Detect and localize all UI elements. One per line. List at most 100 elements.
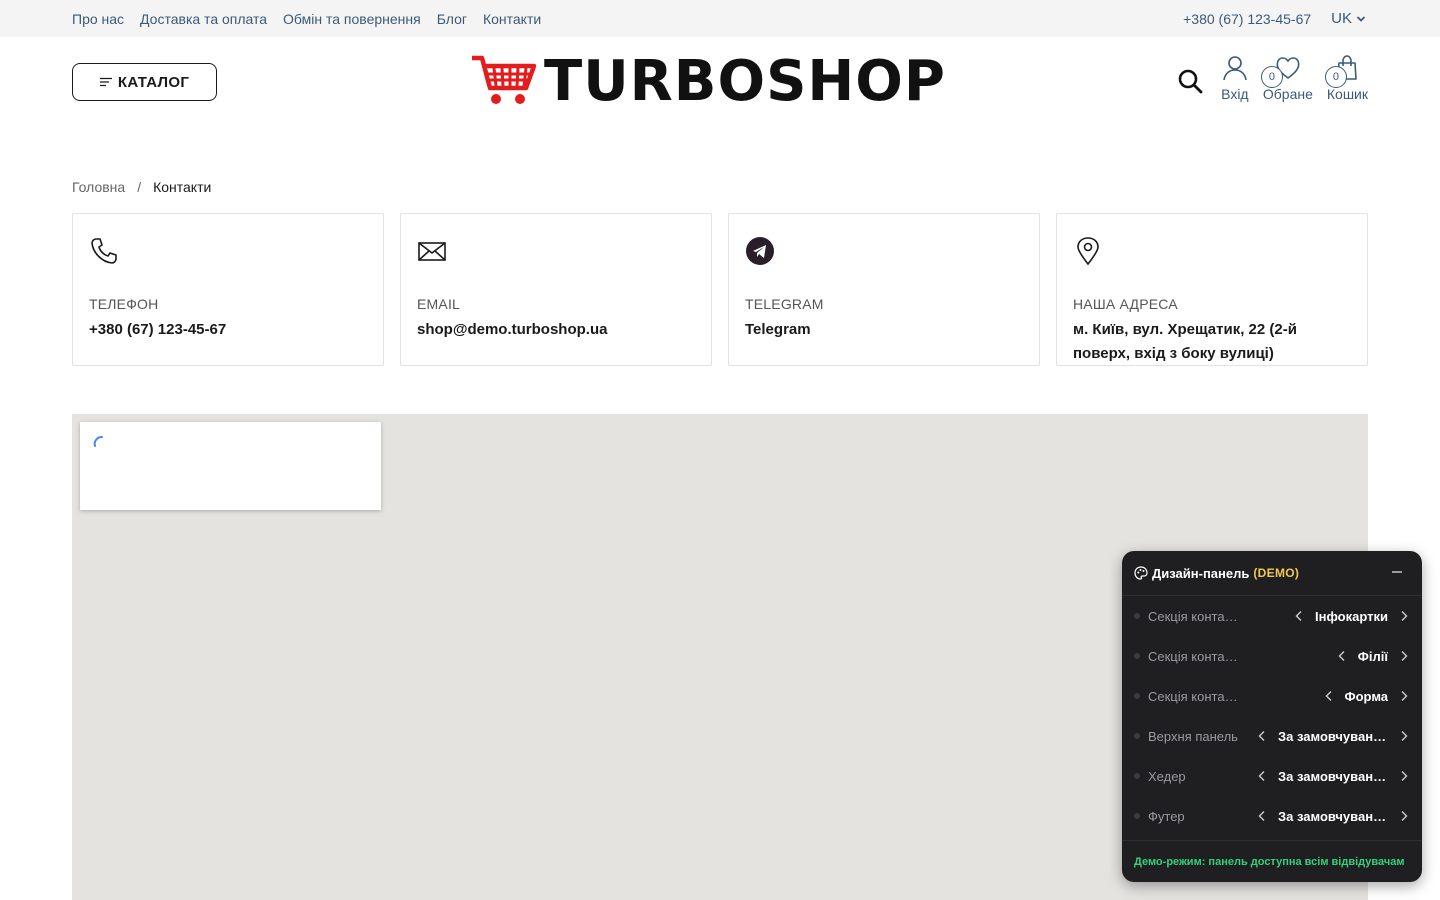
design-panel: Дизайн-панель (DEMO) Секція контактів Ін… xyxy=(1122,551,1422,882)
contact-card-email: EMAIL shop@demo.turboshop.ua xyxy=(400,213,712,366)
loading-spinner-icon xyxy=(93,436,103,447)
design-panel-title: Дизайн-панель xyxy=(1152,565,1250,581)
menu-lines-icon xyxy=(99,77,112,87)
panel-row-switcher: Філії xyxy=(1336,649,1410,664)
nav-link-about[interactable]: Про нас xyxy=(72,11,124,27)
top-nav: Про нас Доставка та оплата Обмін та пове… xyxy=(72,0,541,37)
chevron-left-icon[interactable] xyxy=(1323,690,1335,702)
panel-row-switcher: За замовчуванням xyxy=(1256,809,1410,824)
chevron-right-icon[interactable] xyxy=(1398,610,1410,622)
minimize-icon[interactable] xyxy=(1390,565,1404,579)
logo-wordmark: TURBOSHOP xyxy=(544,49,946,114)
panel-row-value: Інфокартки xyxy=(1315,608,1388,624)
chevron-down-icon xyxy=(1356,15,1366,22)
row-dot xyxy=(1134,733,1140,739)
login-label: Вхід xyxy=(1221,86,1249,102)
mail-icon xyxy=(418,242,446,261)
contact-cards: ТЕЛЕФОН +380 (67) 123-45-67 EMAIL shop@d… xyxy=(72,213,1368,366)
language-label: UK xyxy=(1331,10,1352,27)
contact-card-title: ТЕЛЕФОН xyxy=(89,296,159,312)
search-icon xyxy=(1178,69,1203,94)
logo-cart-icon xyxy=(470,54,538,111)
contact-card-address: НАША АДРЕСА м. Київ, вул. Хрещатик, 22 (… xyxy=(1056,213,1368,366)
panel-row-label: Секція контактів xyxy=(1148,608,1240,624)
contact-phone-value[interactable]: +380 (67) 123-45-67 xyxy=(89,318,367,342)
panel-row-label: Секція контактів xyxy=(1148,688,1240,704)
top-phone-link[interactable]: +380 (67) 123-45-67 xyxy=(1183,11,1311,27)
contact-email-value[interactable]: shop@demo.turboshop.ua xyxy=(417,318,695,342)
contact-card-phone: ТЕЛЕФОН +380 (67) 123-45-67 xyxy=(72,213,384,366)
panel-row-switcher: Інфокартки xyxy=(1293,609,1410,624)
panel-row-switcher: За замовчуванням xyxy=(1256,769,1410,784)
site-logo[interactable]: TURBOSHOP xyxy=(470,54,946,110)
nav-link-blog[interactable]: Блог xyxy=(437,11,467,27)
chevron-right-icon[interactable] xyxy=(1398,650,1410,662)
catalog-label: КАТАЛОГ xyxy=(117,73,190,91)
favorites-count-badge: 0 xyxy=(1260,66,1283,88)
panel-row-value: За замовчуванням xyxy=(1278,728,1388,744)
row-dot xyxy=(1134,693,1140,699)
top-bar: Про нас Доставка та оплата Обмін та пове… xyxy=(0,0,1440,37)
chevron-left-icon[interactable] xyxy=(1256,730,1268,742)
panel-row-label: Секція контактів xyxy=(1148,648,1240,664)
breadcrumb: Головна / Контакти xyxy=(72,179,211,195)
row-dot xyxy=(1134,613,1140,619)
catalog-button[interactable]: КАТАЛОГ xyxy=(72,63,217,101)
panel-row-footer: Футер За замовчуванням xyxy=(1122,796,1422,836)
panel-row-topbar: Верхня панель За замовчуванням xyxy=(1122,716,1422,756)
panel-row-switcher: За замовчуванням xyxy=(1256,729,1410,744)
palette-icon xyxy=(1134,566,1148,580)
contact-card-title: EMAIL xyxy=(417,296,461,312)
row-dot xyxy=(1134,773,1140,779)
contact-telegram-value[interactable]: Telegram xyxy=(745,318,1023,342)
chevron-left-icon[interactable] xyxy=(1256,770,1268,782)
user-icon xyxy=(1223,56,1247,81)
header-actions: Вхід 0 Обране 0 Кошик xyxy=(1177,54,1368,102)
cart-button[interactable]: 0 Кошик xyxy=(1324,54,1368,102)
panel-row-label: Верхня панель xyxy=(1148,728,1238,744)
chevron-right-icon[interactable] xyxy=(1398,690,1410,702)
panel-row-label: Хедер xyxy=(1148,768,1186,784)
favorites-button[interactable]: 0 Обране xyxy=(1260,54,1313,102)
map-info-card xyxy=(80,422,381,510)
phone-icon xyxy=(91,238,117,264)
panel-row-value: Форма xyxy=(1344,688,1388,704)
row-dot xyxy=(1134,653,1140,659)
login-button[interactable]: Вхід xyxy=(1221,54,1249,102)
telegram-icon xyxy=(746,237,774,265)
demo-mode-note: Демо-режим: панель доступна всім відвіду… xyxy=(1122,840,1422,882)
language-selector[interactable]: UK xyxy=(1331,10,1366,27)
design-panel-header: Дизайн-панель (DEMO) xyxy=(1122,551,1422,596)
contact-card-title: TELEGRAM xyxy=(745,296,824,312)
panel-row-value: За замовчуванням xyxy=(1278,808,1388,824)
contact-address-value: м. Київ, вул. Хрещатик, 22 (2-й поверх, … xyxy=(1073,321,1297,362)
top-right: +380 (67) 123-45-67 UK xyxy=(1183,0,1366,37)
search-button[interactable] xyxy=(1177,68,1203,94)
nav-link-returns[interactable]: Обмін та повернення xyxy=(283,11,421,27)
panel-row-value: За замовчуванням xyxy=(1278,768,1388,784)
contact-card-title: НАША АДРЕСА xyxy=(1073,296,1178,312)
breadcrumb-home-link[interactable]: Головна xyxy=(72,179,125,195)
chevron-right-icon[interactable] xyxy=(1398,730,1410,742)
chevron-left-icon[interactable] xyxy=(1293,610,1305,622)
chevron-right-icon[interactable] xyxy=(1398,810,1410,822)
contact-card-telegram: TELEGRAM Telegram xyxy=(728,213,1040,366)
panel-row-label: Футер xyxy=(1148,808,1185,824)
panel-row-value: Філії xyxy=(1357,648,1388,664)
chevron-right-icon[interactable] xyxy=(1398,770,1410,782)
panel-row-contacts-branches: Секція контактів Філії xyxy=(1122,636,1422,676)
chevron-left-icon[interactable] xyxy=(1336,650,1348,662)
favorites-label: Обране xyxy=(1262,86,1313,102)
nav-link-delivery[interactable]: Доставка та оплата xyxy=(140,11,267,27)
breadcrumb-separator: / xyxy=(137,179,142,195)
panel-row-switcher: Форма xyxy=(1323,689,1410,704)
chevron-left-icon[interactable] xyxy=(1256,810,1268,822)
location-icon xyxy=(1077,237,1099,266)
panel-row-header: Хедер За замовчуванням xyxy=(1122,756,1422,796)
cart-count-badge: 0 xyxy=(1324,66,1347,88)
row-dot xyxy=(1134,813,1140,819)
panel-row-contacts-form: Секція контактів Форма xyxy=(1122,676,1422,716)
cart-label: Кошик xyxy=(1326,86,1368,102)
nav-link-contacts[interactable]: Контакти xyxy=(483,11,541,27)
demo-badge: (DEMO) xyxy=(1253,566,1300,580)
